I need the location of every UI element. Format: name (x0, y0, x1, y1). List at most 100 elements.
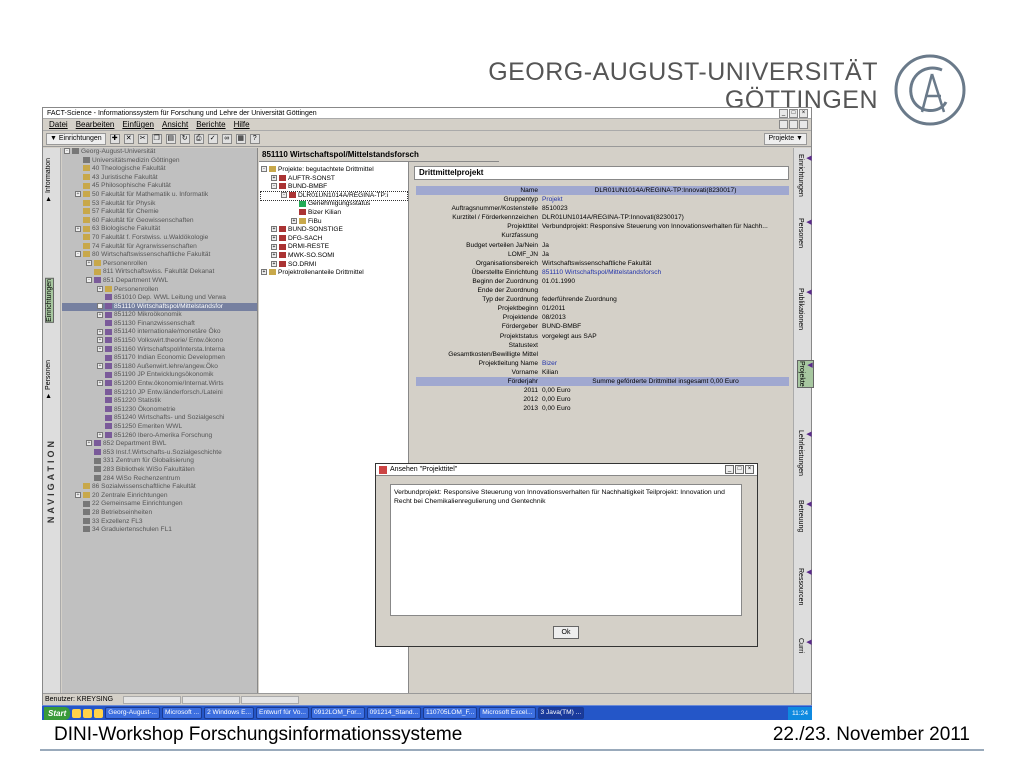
taskbar-item[interactable]: 2 Windows E... (204, 707, 255, 719)
project-tree-item[interactable]: - BUND-BMBF (261, 183, 407, 192)
dialog-close-icon[interactable]: × (745, 465, 754, 474)
tree-item[interactable]: 33 Exzellenz FL3 (62, 518, 257, 527)
refresh-icon[interactable]: ↻ (179, 133, 190, 144)
tab-einrichtungen[interactable]: Einrichtungen (45, 278, 54, 323)
tree-item[interactable]: + Personenrollen (62, 260, 257, 269)
dialog-maximize-icon[interactable]: □ (735, 465, 744, 474)
tree-item[interactable]: 45 Philosophische Fakultät (62, 182, 257, 191)
tree-item[interactable]: +851180 Außenwirt.lehre/angew.Öko (62, 363, 257, 372)
project-tree-item[interactable]: + SO.DRMI (261, 261, 407, 270)
tree-item[interactable]: +851160 Wirtschaftspol/Intersta.Interna (62, 346, 257, 355)
right-tab-lehrleistungen[interactable]: ◀ Lehrleistungen (797, 430, 812, 476)
project-tree-item[interactable]: + Projektrollenanteile Drittmittel (261, 269, 407, 278)
taskbar-item[interactable]: 091214_Stand... (366, 707, 422, 719)
expand-icon[interactable]: + (97, 337, 103, 344)
project-tree-item[interactable]: Genehmigungsstatus (261, 200, 407, 209)
collapse-icon[interactable]: - (86, 277, 92, 284)
tab-personen[interactable]: ▼ Personen (45, 360, 52, 399)
expand-icon[interactable]: + (271, 174, 277, 181)
tree-item[interactable]: 811 Wirtschaftswiss. Fakultät Dekanat (62, 268, 257, 277)
expand-icon[interactable]: + (86, 440, 92, 447)
tab-information[interactable]: ▼ Information (45, 158, 52, 202)
table-icon[interactable]: ▦ (235, 133, 246, 144)
tree-item[interactable]: +851140 internationale/monetäre Öko (62, 328, 257, 337)
taskbar-item[interactable]: Entwurf für Vo... (256, 707, 309, 719)
right-tab-einrichtungen[interactable]: ◀ Einrichtungen (797, 154, 812, 197)
detail-value[interactable]: 851110 Wirtschaftspol/Mittelstandsforsch (540, 268, 789, 277)
right-tab-betreuung[interactable]: ◀ Betreuung (797, 500, 812, 532)
expand-icon[interactable]: + (271, 252, 277, 259)
menu-item-0[interactable]: Datei (49, 119, 68, 130)
delete-icon[interactable]: ✕ (123, 133, 134, 144)
ok-button[interactable]: Ok (553, 626, 579, 639)
print-icon[interactable]: ⎙ (193, 133, 204, 144)
project-tree-item[interactable]: + DFG-SACH (261, 235, 407, 244)
tree-item[interactable]: 853 Inst.f.Wirtschafts-u.Sozialgeschicht… (62, 449, 257, 458)
collapse-icon[interactable]: - (75, 251, 81, 258)
tree-item[interactable]: +50 Fakultät für Mathematik u. Informati… (62, 191, 257, 200)
tree-item[interactable]: +851110 Wirtschaftspol/Mittelstandsfor (62, 302, 257, 312)
projekte-dropdown[interactable]: Projekte ▼ (764, 133, 807, 145)
taskbar-item[interactable]: Georg-August-... (105, 707, 160, 719)
tree-item[interactable]: - Georg-August-Universität (62, 148, 257, 157)
quicklaunch-icon[interactable] (72, 708, 82, 718)
expand-icon[interactable]: + (75, 225, 81, 232)
minimize-icon[interactable]: _ (779, 109, 788, 118)
tree-item[interactable]: 86 Sozialwissenschaftliche Fakultät (62, 483, 257, 492)
tree-item[interactable]: +852 Department BWL (62, 440, 257, 449)
tree-item[interactable]: +851120 Mikroökonomik (62, 311, 257, 320)
check-icon[interactable]: ✓ (207, 133, 218, 144)
tree-item[interactable]: - 80 Wirtschaftswissenschaftliche Fakultä… (62, 251, 257, 260)
project-tree-item[interactable]: + DRMI-RESTE (261, 243, 407, 252)
project-tree-item[interactable]: - DLR01UN1014A/REGINA-TP:i (260, 190, 408, 202)
expand-icon[interactable]: + (97, 380, 103, 387)
tree-item[interactable]: 53 Fakultät für Physik (62, 200, 257, 209)
taskbar-item[interactable]: Microsoft ... (161, 707, 203, 719)
tree-item[interactable]: 851230 Ökonometrie (62, 406, 257, 415)
tree-item[interactable]: +851260 Ibero-Amerika Forschung (62, 432, 257, 441)
expand-icon[interactable]: + (97, 431, 103, 438)
inner-maximize-icon[interactable] (789, 120, 798, 129)
expand-icon[interactable]: + (97, 311, 103, 318)
detail-value[interactable]: Projekt (540, 195, 789, 204)
project-tree-item[interactable]: + AUFTR-SONST (261, 175, 407, 184)
right-tab-curri[interactable]: ◀ Curri (797, 638, 812, 653)
collapse-icon[interactable]: - (64, 148, 70, 155)
tree-item[interactable]: 851010 Dep. WWL Leitung und Verwa (62, 294, 257, 303)
quicklaunch-icon[interactable] (83, 708, 93, 718)
expand-icon[interactable]: + (97, 328, 103, 335)
help-icon[interactable]: ? (249, 133, 260, 144)
taskbar-item[interactable]: 110705LOM_F... (423, 707, 478, 719)
project-tree-item[interactable]: + MWK-SO.SOMI (261, 252, 407, 261)
menu-item-3[interactable]: Ansicht (162, 119, 188, 130)
tree-item[interactable]: 34 Graduiertenschulen FL1 (62, 526, 257, 535)
tree-item[interactable]: +851150 Volkswirt.theorie/ Entw.ökono (62, 337, 257, 346)
tree-item[interactable]: 283 Bibliothek WiSo Fakultäten (62, 466, 257, 475)
tree-item[interactable]: +63 Biologische Fakultät (62, 225, 257, 234)
taskbar-item[interactable]: Microsoft Excel... (479, 707, 536, 719)
project-tree-item[interactable]: + BUND-SONSTIGE (261, 226, 407, 235)
tree-item[interactable]: 284 WiSo Rechenzentrum (62, 475, 257, 484)
detail-value[interactable]: Bizer (540, 359, 789, 368)
collapse-icon[interactable]: - (271, 183, 277, 190)
menu-item-4[interactable]: Berichte (196, 119, 225, 130)
inner-minimize-icon[interactable] (779, 120, 788, 129)
link-icon[interactable]: ∞ (221, 133, 232, 144)
inner-close-icon[interactable] (799, 120, 808, 129)
tree-item[interactable]: Universitätsmedizin Göttingen (62, 157, 257, 166)
expand-icon[interactable]: + (97, 345, 103, 352)
tree-item[interactable]: 851220 Statistik (62, 397, 257, 406)
tree-item[interactable]: 851210 JP Entw.länderforsch./Lateini (62, 389, 257, 398)
tree-item[interactable]: 57 Fakultät für Chemie (62, 208, 257, 217)
collapse-icon[interactable]: - (261, 166, 267, 173)
paste-icon[interactable]: ▤ (165, 133, 176, 144)
quicklaunch-icon[interactable] (94, 708, 104, 718)
tree-item[interactable]: + Personenrollen (62, 286, 257, 295)
expand-icon[interactable]: + (75, 191, 81, 198)
right-tab-projekte[interactable]: ◀ Projekte (797, 360, 814, 388)
expand-icon[interactable]: + (291, 217, 297, 224)
right-tab-ressourcen[interactable]: ◀ Ressourcen (797, 568, 812, 605)
start-button[interactable]: Start (44, 706, 71, 720)
dialog-minimize-icon[interactable]: _ (725, 465, 734, 474)
tree-item[interactable]: 851250 Emeriten WWL (62, 423, 257, 432)
